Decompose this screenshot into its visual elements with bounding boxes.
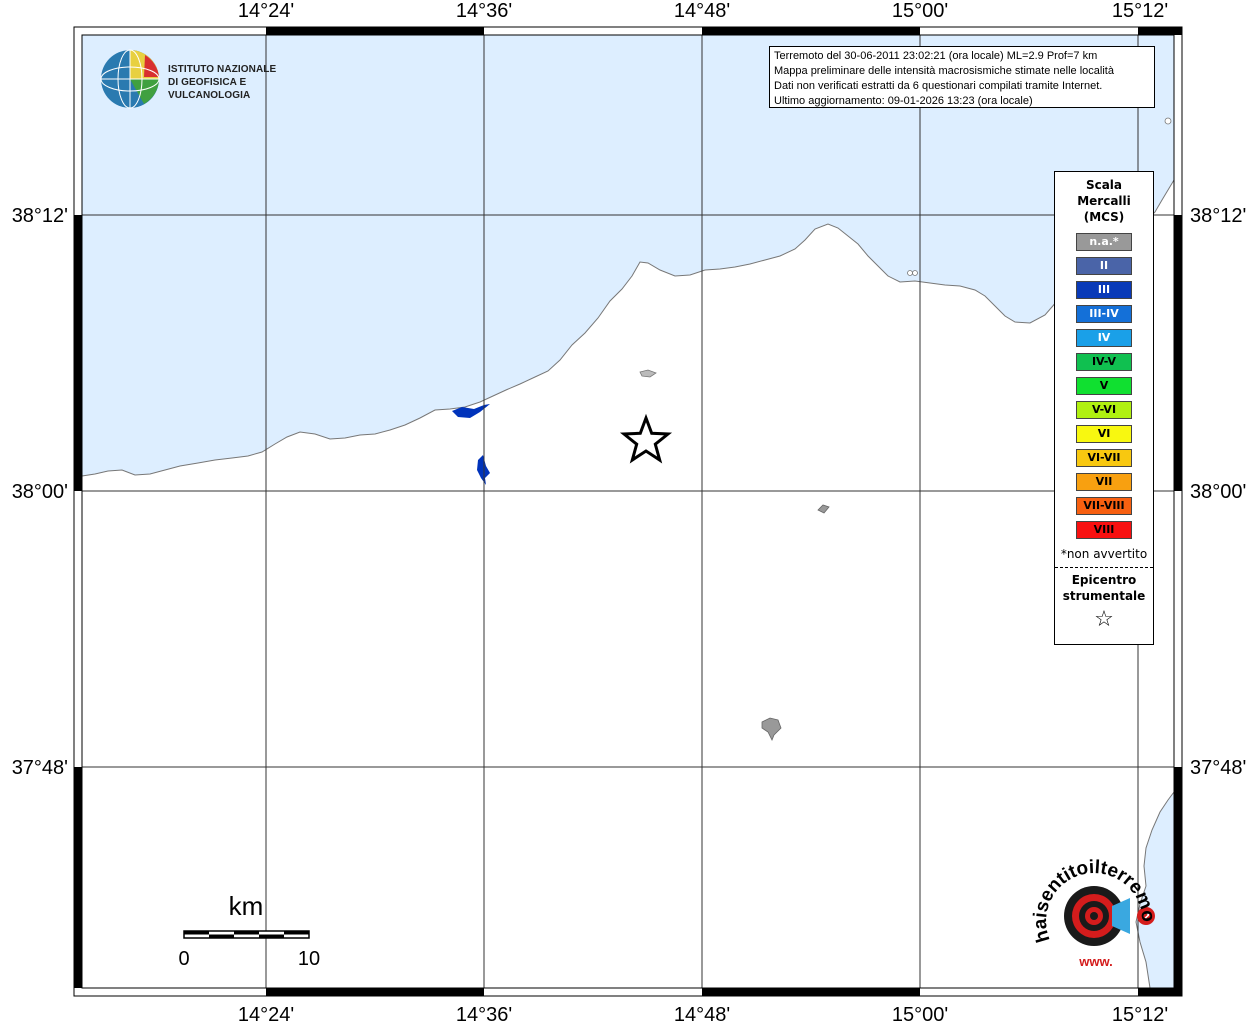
lat-label: 37°48' [12,757,68,779]
haisentito-logo: ? haisentitoilterremoto.it www. [1026,832,1162,978]
lon-label: 15°00' [892,0,948,22]
legend-title-line: (MCS) [1083,210,1125,224]
legend-item: n.a.* [1076,233,1132,251]
legend-item: III [1076,281,1132,299]
legend-epicentre-line: strumentale [1062,589,1146,603]
lat-label: 38°12' [12,205,68,227]
legend-title: Scala Mercalli (MCS) [1055,177,1153,225]
legend-divider [1055,567,1153,568]
lon-label: 15°12' [1112,0,1168,22]
lat-label: 38°00' [1190,481,1246,503]
legend-item: IV [1076,329,1132,347]
globe-icon [100,49,160,109]
lat-label: 37°48' [1190,757,1246,779]
lon-labels-top: 14°24' 14°36' 14°48' 15°00' 15°12' [238,0,1168,22]
lon-label: 14°24' [238,0,294,22]
lon-label: 14°48' [674,1004,730,1024]
ingv-logo: ISTITUTO NAZIONALE DI GEOFISICA E VULCAN… [100,47,320,111]
event-info-line: Ultimo aggiornamento: 09-01-2026 13:23 (… [774,95,1033,107]
lon-label: 14°48' [674,0,730,22]
event-info-box: Terremoto del 30-06-2011 23:02:21 (ora l… [769,46,1155,108]
legend-item: III-IV [1076,305,1132,323]
legend-item: IV-V [1076,353,1132,371]
institute-line: ISTITUTO NAZIONALE [168,64,277,75]
scale-unit: km [229,891,264,921]
legend-item: V [1076,377,1132,395]
lat-label: 38°12' [1190,205,1246,227]
lon-label: 14°36' [456,0,512,22]
legend-note: *non avvertito [1060,547,1148,561]
legend-title-line: Mercalli [1077,194,1131,208]
event-info-line: Terremoto del 30-06-2011 23:02:21 (ora l… [774,50,1098,62]
lon-label: 14°36' [456,1004,512,1024]
lon-label: 14°24' [238,1004,294,1024]
islet [907,270,913,276]
lat-label: 38°00' [12,481,68,503]
scale-label-end: 10 [298,948,320,970]
legend-epicentre-line: Epicentro [1071,573,1137,587]
site-prefix: www. [1078,954,1112,969]
legend-item: VII [1076,473,1132,491]
intensity-legend: Scala Mercalli (MCS) n.a.* II III III-IV IV I… [1054,171,1154,645]
lon-label: 15°12' [1112,1004,1168,1024]
legend-epicentre-label: Epicentro strumentale [1055,572,1153,604]
islet [1164,117,1172,125]
institute-line: DI GEOFISICA E VULCANOLOGIA [168,77,251,101]
legend-item: VI [1076,425,1132,443]
event-info-line: Dati non verificati estratti da 6 questi… [774,80,1103,92]
islet [912,270,918,276]
institute-name: ISTITUTO NAZIONALE DI GEOFISICA E VULCAN… [168,63,320,102]
legend-star-icon: ☆ [1094,607,1114,632]
legend-item: V-VI [1076,401,1132,419]
scale-label-start: 0 [178,948,189,970]
legend-item: II [1076,257,1132,275]
event-info-line: Mappa preliminare delle intensità macros… [774,65,1114,77]
legend-items: n.a.* II III III-IV IV IV-V V V-VI VI VI-VII VII VI… [1055,233,1153,539]
lat-labels-right: 38°12' 38°00' 37°48' [1190,205,1246,779]
legend-item: VIII [1076,521,1132,539]
legend-title-line: Scala [1085,178,1123,192]
legend-item: VI-VII [1076,449,1132,467]
lon-labels-bottom: 14°24' 14°36' 14°48' 15°00' 15°12' [238,1004,1168,1024]
lat-labels-left: 38°12' 38°00' 37°48' [12,205,68,779]
legend-item: VII-VIII [1076,497,1132,515]
lon-label: 15°00' [892,1004,948,1024]
